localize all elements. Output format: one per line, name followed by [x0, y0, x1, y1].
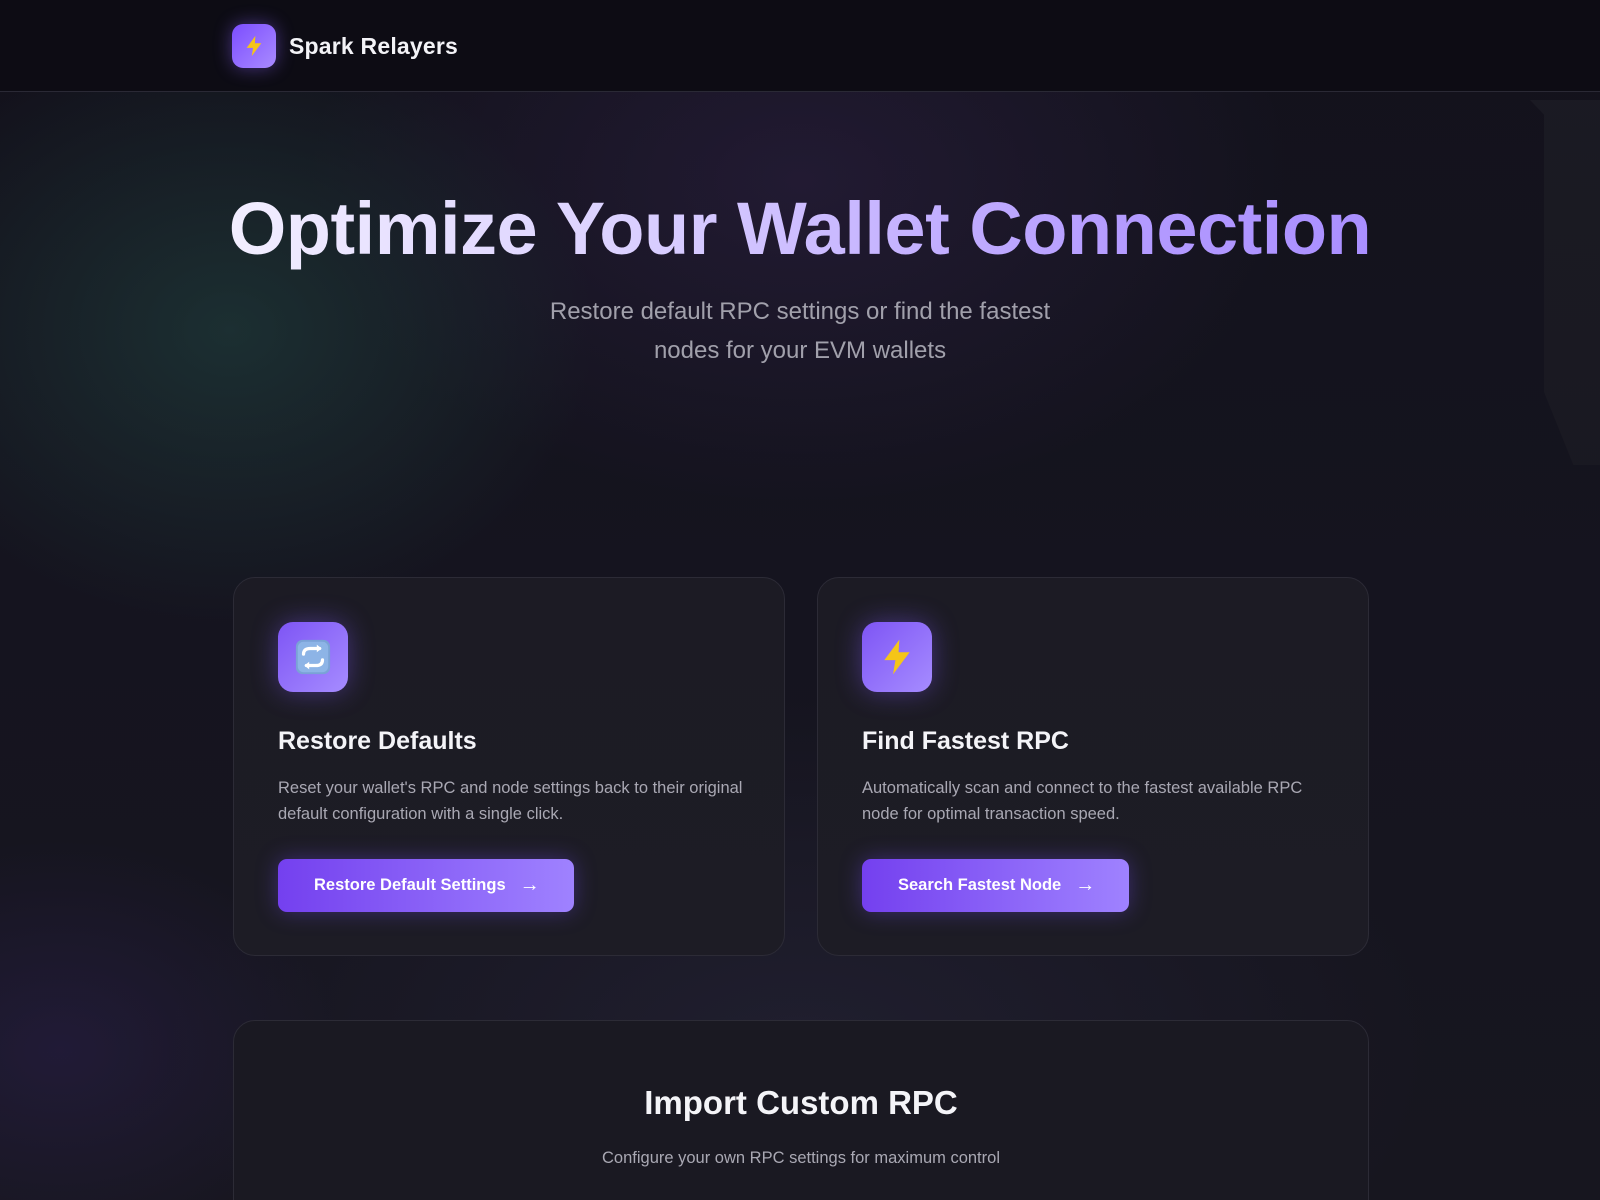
- arrow-right-icon: →: [519, 874, 540, 896]
- top-nav-bar: Spark Relayers: [0, 0, 1600, 92]
- arrow-right-icon: →: [1075, 874, 1096, 896]
- refresh-icon: [278, 622, 348, 692]
- card-description: Automatically scan and connect to the fa…: [862, 779, 1303, 823]
- button-label: Restore Default Settings: [314, 876, 506, 894]
- brand-name: Spark Relayers: [289, 32, 459, 59]
- import-custom-rpc-section: Import Custom RPC Configure your own RPC…: [233, 1020, 1369, 1200]
- import-subtitle: Configure your own RPC settings for maxi…: [602, 1149, 1000, 1167]
- card-title: Restore Defaults: [278, 727, 477, 755]
- restore-defaults-card: Restore Defaults Reset your wallet's RPC…: [233, 577, 785, 956]
- hero-title: Optimize Your Wallet Connection: [0, 186, 1600, 271]
- card-title: Find Fastest RPC: [862, 727, 1069, 755]
- lightning-icon: [862, 622, 932, 692]
- card-description: Reset your wallet's RPC and node setting…: [278, 779, 743, 823]
- import-title: Import Custom RPC: [644, 1084, 958, 1121]
- decorative-shape: [1530, 100, 1600, 465]
- restore-default-settings-button[interactable]: Restore Default Settings →: [278, 859, 574, 912]
- search-fastest-node-button[interactable]: Search Fastest Node →: [862, 859, 1130, 912]
- lightning-icon: [232, 24, 276, 68]
- brand[interactable]: Spark Relayers: [232, 24, 458, 68]
- button-label: Search Fastest Node: [898, 876, 1062, 894]
- hero-subtitle: Restore default RPC settings or find the…: [549, 298, 1051, 364]
- find-fastest-rpc-card: Find Fastest RPC Automatically scan and …: [817, 577, 1369, 956]
